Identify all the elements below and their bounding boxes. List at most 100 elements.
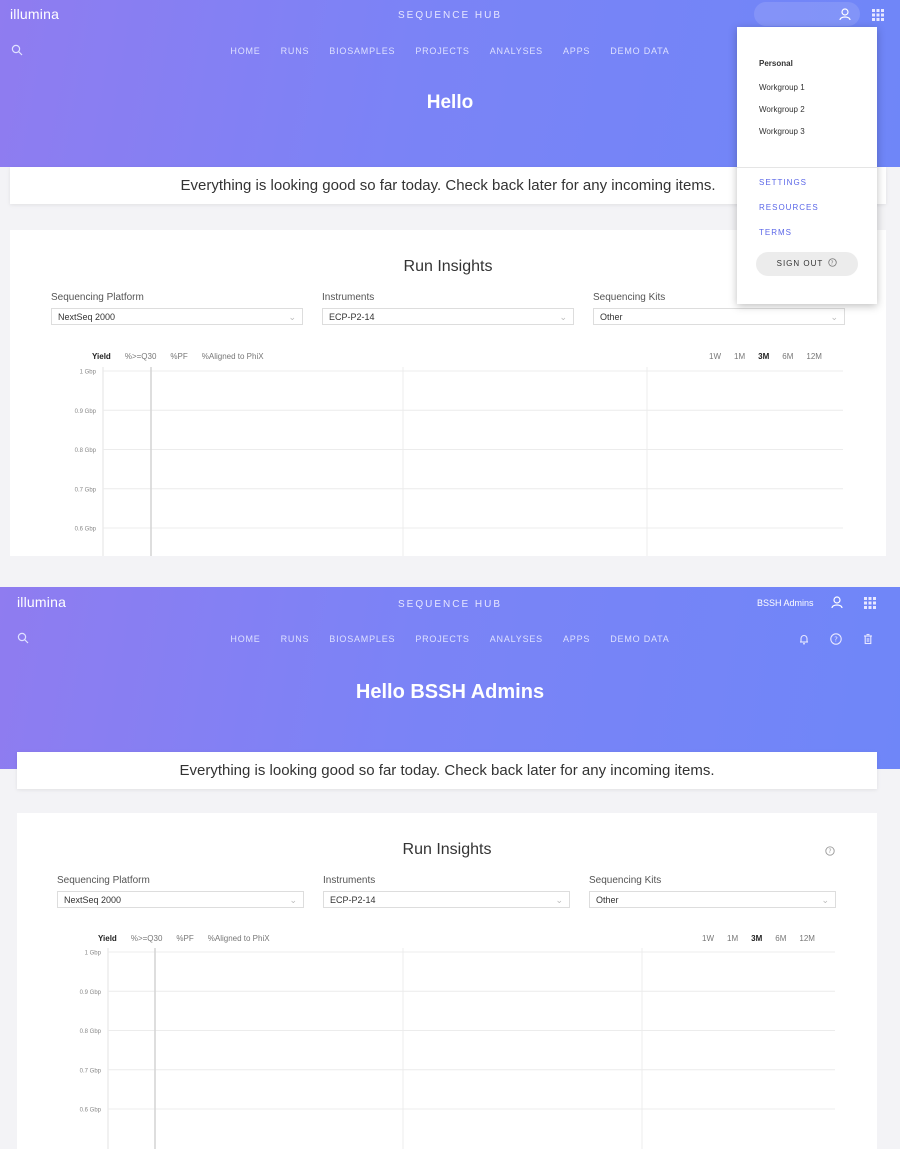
menu-link-resources[interactable]: RESOURCES <box>759 203 819 212</box>
help-circle-icon[interactable]: ? <box>825 846 835 856</box>
user-name[interactable]: BSSH Admins <box>757 598 814 608</box>
user-icon[interactable] <box>838 7 852 21</box>
help-circle-icon[interactable]: ? <box>829 632 843 646</box>
svg-text:?: ? <box>831 260 835 266</box>
period-tabs: 1W 1M 3M 6M 12M <box>696 352 822 361</box>
main-nav: HOME RUNS BIOSAMPLES PROJECTS ANALYSES APPS DE… <box>0 634 900 644</box>
chevron-down-icon: ⌄ <box>289 895 297 905</box>
tab-aligned-phix[interactable]: %Aligned to PhiX <box>202 352 264 361</box>
user-menu-toggle[interactable] <box>754 2 860 26</box>
chevron-down-icon: ⌄ <box>555 895 563 905</box>
chevron-down-icon: ⌄ <box>830 312 838 322</box>
nav-projects[interactable]: PROJECTS <box>415 46 469 56</box>
y-tick-label: 0.8 Gbp <box>80 1029 102 1035</box>
y-tick-label: 0.6 Gbp <box>80 1108 102 1114</box>
yield-chart: 1 Gbp 0.9 Gbp 0.8 Gbp 0.7 Gbp 0.6 Gbp <box>80 948 835 1149</box>
menu-item-workgroup-3[interactable]: Workgroup 3 <box>759 127 805 136</box>
period-3m[interactable]: 3M <box>758 352 769 361</box>
instruments-label: Instruments <box>323 875 376 886</box>
y-tick-label: 1 Gbp <box>80 370 97 376</box>
platform-value: NextSeq 2000 <box>58 312 116 322</box>
greeting-heading: Hello BSSH Admins <box>355 681 545 703</box>
period-1m[interactable]: 1M <box>727 934 738 943</box>
tab-pf[interactable]: %PF <box>170 352 187 361</box>
sign-out-label: SIGN OUT <box>776 259 824 268</box>
trash-icon[interactable] <box>861 632 875 646</box>
nav-biosamples[interactable]: BIOSAMPLES <box>329 634 395 644</box>
yield-chart: 1 Gbp 0.9 Gbp 0.8 Gbp 0.7 Gbp 0.6 Gbp <box>75 367 843 556</box>
tab-q30[interactable]: %>=Q30 <box>131 934 163 943</box>
period-6m[interactable]: 6M <box>782 352 793 361</box>
period-1w[interactable]: 1W <box>709 352 721 361</box>
period-1m[interactable]: 1M <box>734 352 745 361</box>
metric-tabs: Yield %>=Q30 %PF %Aligned to PhiX <box>92 352 278 361</box>
menu-link-settings[interactable]: SETTINGS <box>759 178 807 187</box>
menu-link-terms[interactable]: TERMS <box>759 228 792 237</box>
period-12m[interactable]: 12M <box>799 934 815 943</box>
nav-projects[interactable]: PROJECTS <box>415 634 469 644</box>
instruments-select[interactable]: ECP-P2-14 ⌄ <box>322 308 574 325</box>
nav-home[interactable]: HOME <box>230 46 260 56</box>
user-icon[interactable] <box>830 595 844 609</box>
nav-analyses[interactable]: ANALYSES <box>490 46 543 56</box>
bell-icon[interactable] <box>797 632 811 646</box>
period-3m[interactable]: 3M <box>751 934 762 943</box>
menu-item-personal[interactable]: Personal <box>759 59 793 68</box>
user-dropdown-menu: Personal Workgroup 1 Workgroup 2 Workgro… <box>737 27 877 304</box>
help-circle-icon: ? <box>828 258 838 267</box>
chevron-down-icon: ⌄ <box>559 312 567 322</box>
y-tick-label: 1 Gbp <box>85 951 102 957</box>
instruments-value: ECP-P2-14 <box>330 895 376 905</box>
apps-grid-icon[interactable] <box>863 596 877 610</box>
platform-label: Sequencing Platform <box>51 292 144 303</box>
platform-select[interactable]: NextSeq 2000 ⌄ <box>51 308 303 325</box>
card-title: Run Insights <box>402 841 492 858</box>
kits-label: Sequencing Kits <box>589 875 662 886</box>
tab-pf[interactable]: %PF <box>176 934 193 943</box>
y-tick-label: 0.7 Gbp <box>75 487 97 493</box>
tab-aligned-phix[interactable]: %Aligned to PhiX <box>208 934 270 943</box>
kits-value: Other <box>596 895 619 905</box>
kits-select[interactable]: Other ⌄ <box>589 891 836 908</box>
chevron-down-icon: ⌄ <box>288 312 296 322</box>
nav-biosamples[interactable]: BIOSAMPLES <box>329 46 395 56</box>
sign-out-button[interactable]: SIGN OUT ? <box>756 252 858 276</box>
tab-q30[interactable]: %>=Q30 <box>125 352 157 361</box>
svg-text:?: ? <box>828 848 831 855</box>
nav-apps[interactable]: APPS <box>563 634 590 644</box>
period-12m[interactable]: 12M <box>806 352 822 361</box>
menu-item-workgroup-1[interactable]: Workgroup 1 <box>759 83 805 92</box>
period-1w[interactable]: 1W <box>702 934 714 943</box>
screen-2: illumina SEQUENCE HUB BSSH Admins HOME RU… <box>0 587 900 1149</box>
svg-text:?: ? <box>834 636 838 644</box>
period-tabs: 1W 1M 3M 6M 12M <box>689 934 815 943</box>
metric-tabs: Yield %>=Q30 %PF %Aligned to PhiX <box>98 934 284 943</box>
y-tick-label: 0.9 Gbp <box>75 409 97 415</box>
period-6m[interactable]: 6M <box>775 934 786 943</box>
platform-value: NextSeq 2000 <box>64 895 122 905</box>
header-banner: illumina SEQUENCE HUB BSSH Admins HOME RU… <box>0 587 900 769</box>
platform-select[interactable]: NextSeq 2000 ⌄ <box>57 891 304 908</box>
status-message: Everything is looking good so far today.… <box>17 752 877 789</box>
tab-yield[interactable]: Yield <box>92 352 111 361</box>
instruments-select[interactable]: ECP-P2-14 ⌄ <box>323 891 570 908</box>
y-tick-label: 0.7 Gbp <box>80 1068 102 1074</box>
kits-select[interactable]: Other ⌄ <box>593 308 845 325</box>
kits-label: Sequencing Kits <box>593 292 666 303</box>
tab-yield[interactable]: Yield <box>98 934 117 943</box>
nav-apps[interactable]: APPS <box>563 46 590 56</box>
y-tick-label: 0.8 Gbp <box>75 448 97 454</box>
nav-demo-data[interactable]: DEMO DATA <box>610 634 669 644</box>
nav-analyses[interactable]: ANALYSES <box>490 634 543 644</box>
run-insights-card: Run Insights ? Sequencing Platform NextS… <box>17 813 877 1149</box>
chevron-down-icon: ⌄ <box>821 895 829 905</box>
nav-runs[interactable]: RUNS <box>281 634 310 644</box>
nav-runs[interactable]: RUNS <box>281 46 310 56</box>
platform-label: Sequencing Platform <box>57 875 150 886</box>
apps-grid-icon[interactable] <box>871 8 885 22</box>
menu-item-workgroup-2[interactable]: Workgroup 2 <box>759 105 805 114</box>
nav-home[interactable]: HOME <box>230 634 260 644</box>
nav-demo-data[interactable]: DEMO DATA <box>610 46 669 56</box>
screen-1: illumina SEQUENCE HUB HOME RUNS BIOSAMPLES… <box>0 0 900 575</box>
instruments-value: ECP-P2-14 <box>329 312 375 322</box>
